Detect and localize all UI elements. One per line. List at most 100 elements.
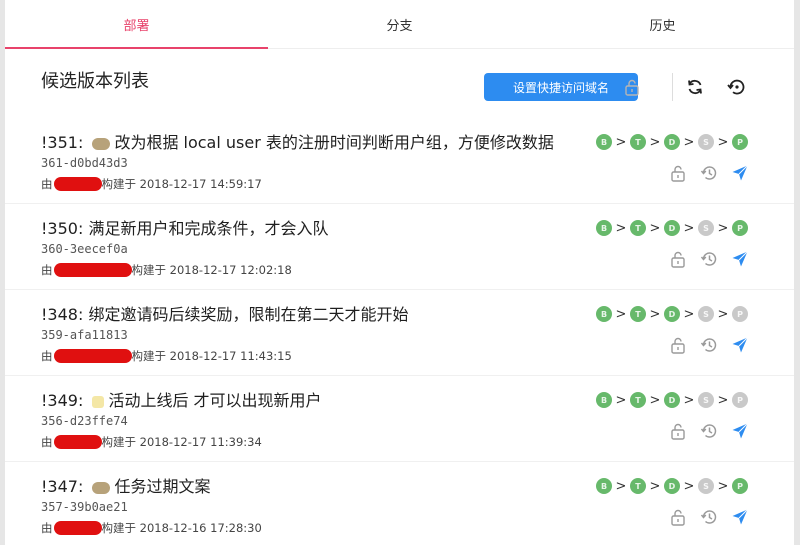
- sparkle-emoji-icon: [92, 395, 105, 408]
- merge-request-text: 绑定邀请码后续奖励，限制在第二天才能开始: [88, 305, 409, 324]
- build-hash: 360-3eecef0a: [41, 242, 128, 256]
- build-meta: 由 构建于 2018-12-17 11:43:15: [41, 348, 292, 364]
- list-item[interactable]: !349: 活动上线后 才可以出现新用户 356-d23ffe74 由 构建于 201…: [5, 375, 794, 461]
- row-actions: [669, 164, 762, 182]
- build-time: 构建于 2018-12-17 11:39:34: [101, 435, 262, 449]
- build-hash: 361-d0bd43d3: [41, 156, 128, 170]
- stage-arrow: >: [649, 392, 661, 408]
- stage-arrow: >: [615, 306, 627, 322]
- stage-p-badge[interactable]: P: [732, 478, 748, 494]
- stage-b-badge[interactable]: B: [596, 134, 612, 150]
- stage-b-badge[interactable]: B: [596, 306, 612, 322]
- build-meta: 由 构建于 2018-12-17 12:02:18: [41, 262, 292, 278]
- stage-d-badge[interactable]: D: [664, 306, 680, 322]
- send-icon[interactable]: [731, 250, 749, 268]
- merge-request-number: !349:: [41, 391, 84, 410]
- row-actions: [669, 508, 762, 526]
- stage-arrow: >: [649, 478, 661, 494]
- build-time: 构建于 2018-12-16 17:28:30: [101, 521, 262, 535]
- stage-s-badge[interactable]: S: [698, 134, 714, 150]
- pipeline-stages: B > T > D > S > P: [596, 220, 748, 236]
- refresh-icon[interactable]: [685, 77, 705, 97]
- merge-request-title[interactable]: !350: 满足新用户和完成条件，才会入队: [41, 215, 328, 239]
- merge-request-number: !350:: [41, 219, 84, 238]
- history-icon[interactable]: [700, 164, 718, 182]
- stage-s-badge[interactable]: S: [698, 306, 714, 322]
- stage-b-badge[interactable]: B: [596, 220, 612, 236]
- stage-p-badge[interactable]: P: [732, 392, 748, 408]
- stage-d-badge[interactable]: D: [664, 478, 680, 494]
- build-meta: 由 构建于 2018-12-16 17:28:30: [41, 520, 262, 536]
- stage-t-badge[interactable]: T: [630, 392, 646, 408]
- merge-request-title[interactable]: !349: 活动上线后 才可以出现新用户: [41, 387, 322, 411]
- stage-t-badge[interactable]: T: [630, 478, 646, 494]
- stage-arrow: >: [649, 306, 661, 322]
- send-icon[interactable]: [731, 336, 749, 354]
- pipeline-stages: B > T > D > S > P: [596, 392, 748, 408]
- build-time: 构建于 2018-12-17 11:43:15: [131, 349, 292, 363]
- history-icon[interactable]: [700, 250, 718, 268]
- merge-request-text: 满足新用户和完成条件，才会入队: [88, 219, 329, 238]
- lock-open-icon[interactable]: [669, 508, 687, 526]
- set-alias-domain-button[interactable]: 设置快捷访问域名: [484, 73, 638, 101]
- merge-request-number: !351:: [41, 133, 84, 152]
- stage-p-badge[interactable]: P: [732, 134, 748, 150]
- send-icon[interactable]: [731, 164, 749, 182]
- tab-branches[interactable]: 分支: [268, 0, 531, 48]
- stage-p-badge[interactable]: P: [732, 220, 748, 236]
- stage-t-badge[interactable]: T: [630, 306, 646, 322]
- lock-open-icon[interactable]: [669, 250, 687, 268]
- row-actions: [669, 250, 762, 268]
- stage-arrow: >: [615, 478, 627, 494]
- list-item[interactable]: !348: 绑定邀请码后续奖励，限制在第二天才能开始 359-afa11813 由 构…: [5, 289, 794, 375]
- lock-open-icon[interactable]: [669, 336, 687, 354]
- candidate-version-list: !351: 改为根据 local user 表的注册时间判断用户组，方便修改数据…: [5, 118, 794, 545]
- build-time: 构建于 2018-12-17 14:59:17: [101, 177, 262, 191]
- stage-s-badge[interactable]: S: [698, 392, 714, 408]
- by-label: 由: [41, 177, 53, 191]
- list-item[interactable]: !351: 改为根据 local user 表的注册时间判断用户组，方便修改数据…: [5, 118, 794, 203]
- build-hash: 357-39b0ae21: [41, 500, 128, 514]
- app-frame: 部署 分支 历史 候选版本列表 设置快捷访问域名 !351: 改为根据 loca…: [5, 0, 794, 545]
- stage-s-badge[interactable]: S: [698, 478, 714, 494]
- send-icon[interactable]: [731, 508, 749, 526]
- stage-b-badge[interactable]: B: [596, 392, 612, 408]
- stage-d-badge[interactable]: D: [664, 134, 680, 150]
- restore-icon[interactable]: [726, 77, 746, 97]
- merge-request-title[interactable]: !347: 任务过期文案: [41, 473, 210, 497]
- list-item[interactable]: !350: 满足新用户和完成条件，才会入队 360-3eecef0a 由 构建于 20…: [5, 203, 794, 289]
- stage-d-badge[interactable]: D: [664, 220, 680, 236]
- build-meta: 由 构建于 2018-12-17 11:39:34: [41, 434, 262, 450]
- stage-b-badge[interactable]: B: [596, 478, 612, 494]
- stage-arrow: >: [717, 392, 729, 408]
- redacted-author: [53, 521, 102, 535]
- redacted-author: [53, 263, 132, 277]
- stage-p-badge[interactable]: P: [732, 306, 748, 322]
- merge-request-title[interactable]: !351: 改为根据 local user 表的注册时间判断用户组，方便修改数据: [41, 129, 554, 153]
- list-item[interactable]: !347: 任务过期文案 357-39b0ae21 由 构建于 2018-12-16 …: [5, 461, 794, 545]
- lock-open-icon[interactable]: [622, 77, 642, 97]
- pipeline-stages: B > T > D > S > P: [596, 306, 748, 322]
- stage-d-badge[interactable]: D: [664, 392, 680, 408]
- stage-arrow: >: [683, 220, 695, 236]
- by-label: 由: [41, 263, 53, 277]
- stage-t-badge[interactable]: T: [630, 220, 646, 236]
- history-icon[interactable]: [700, 508, 718, 526]
- stage-arrow: >: [717, 134, 729, 150]
- merge-request-title[interactable]: !348: 绑定邀请码后续奖励，限制在第二天才能开始: [41, 301, 408, 325]
- stage-t-badge[interactable]: T: [630, 134, 646, 150]
- lock-open-icon[interactable]: [669, 422, 687, 440]
- tab-history[interactable]: 历史: [531, 0, 794, 48]
- history-icon[interactable]: [700, 422, 718, 440]
- stage-s-badge[interactable]: S: [698, 220, 714, 236]
- redacted-author: [53, 435, 102, 449]
- lock-open-icon[interactable]: [669, 164, 687, 182]
- build-time: 构建于 2018-12-17 12:02:18: [131, 263, 292, 277]
- tab-deploy[interactable]: 部署: [5, 0, 268, 48]
- stage-arrow: >: [615, 134, 627, 150]
- merge-request-text: 改为根据 local user 表的注册时间判断用户组，方便修改数据: [114, 133, 554, 152]
- history-icon[interactable]: [700, 336, 718, 354]
- send-icon[interactable]: [731, 422, 749, 440]
- stage-arrow: >: [717, 306, 729, 322]
- pipeline-stages: B > T > D > S > P: [596, 134, 748, 150]
